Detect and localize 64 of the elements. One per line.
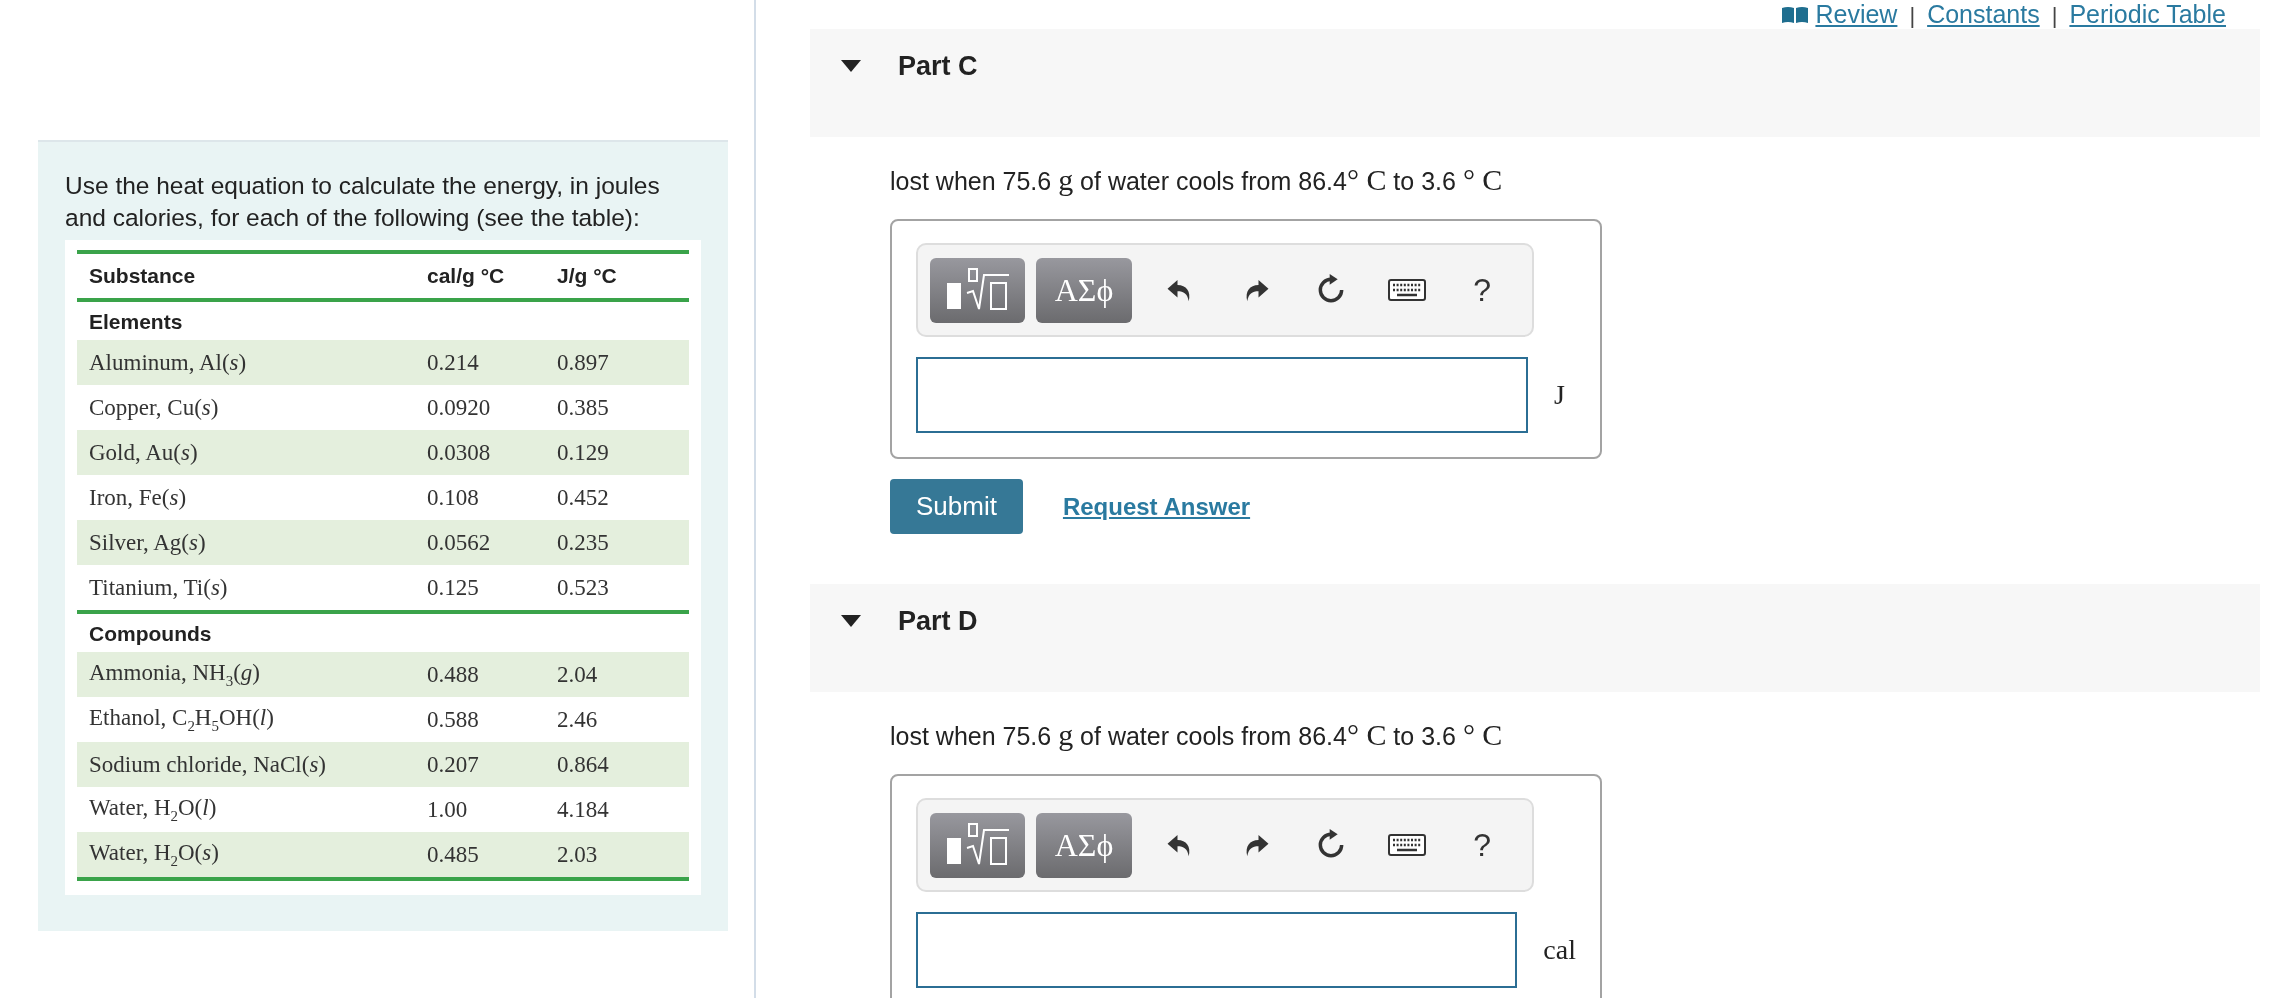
table-cell: 0.452 (545, 475, 689, 520)
unit-label: cal (1543, 934, 1576, 966)
table-cell: Water, H$_{2}$O(l) (77, 787, 415, 832)
problem-text: lost when 75.6 g of water cools from 86.4° C to 3.6 ° C (890, 718, 1504, 752)
table-cell: 0.485 (415, 832, 545, 879)
unit-label: J (1554, 379, 1565, 411)
table-cell: 0.235 (545, 520, 689, 565)
table-cell: Water, H$_{2}$O(s) (77, 832, 415, 879)
table-cell: 0.125 (415, 565, 545, 612)
request-answer-link[interactable]: Request Answer (1062, 492, 1251, 521)
table-cell: Silver, Ag(s) (77, 520, 415, 565)
table-cell: 1.00 (415, 787, 545, 832)
table-cell: 2.04 (545, 652, 689, 697)
template-button[interactable] (930, 257, 1026, 323)
table-cell: Ammonia, NH$_{3}$(g) (77, 652, 415, 697)
part-title: Part C (898, 51, 978, 82)
part-title: Part D (898, 606, 978, 637)
link-separator: | (1909, 3, 1916, 29)
table-cell: 2.03 (545, 832, 689, 879)
table-cell: 0.864 (545, 742, 689, 787)
table-cell: 0.488 (415, 652, 545, 697)
table-cell: Ethanol, C$_{2}$H$_{5}$OH(l) (77, 697, 415, 742)
header-link[interactable]: Constants (1927, 0, 2040, 29)
table-cell: 0.0562 (415, 520, 545, 565)
table-cell: 0.588 (415, 697, 545, 742)
table-cell: 0.385 (545, 385, 689, 430)
link-separator: | (2051, 3, 2058, 29)
instructions-text: Use the heat equation to calculate the energy, in joules and calories, for each of the following (see the table): (65, 171, 661, 233)
table-cell: 0.129 (545, 430, 689, 475)
symbols-button[interactable]: ΑΣϕ (1036, 812, 1132, 878)
column-header: Substance (77, 252, 415, 300)
table-cell: 0.0308 (415, 430, 545, 475)
table-cell: Gold, Au(s) (77, 430, 415, 475)
table-cell: 0.897 (545, 340, 689, 385)
section-heading: Elements (77, 300, 689, 340)
table-cell: Sodium chloride, NaCl(s) (77, 742, 415, 787)
table-cell: 0.214 (415, 340, 545, 385)
header-link[interactable]: Review (1781, 0, 1898, 29)
table-cell: Aluminum, Al(s) (77, 340, 415, 385)
table-cell: Iron, Fe(s) (77, 475, 415, 520)
answer-field[interactable] (916, 357, 1528, 433)
collapse-toggle[interactable] (840, 59, 862, 73)
answer-field[interactable] (916, 912, 1518, 988)
column-header: J/g °C (545, 252, 689, 300)
submit-button[interactable]: Submit (890, 479, 1023, 534)
problem-text: lost when 75.6 g of water cools from 86.4° C to 3.6 ° C (890, 163, 1504, 197)
help-button[interactable]: ? (1444, 257, 1520, 323)
table-cell: Copper, Cu(s) (77, 385, 415, 430)
symbols-button[interactable]: ΑΣϕ (1036, 257, 1132, 323)
column-header: cal/g °C (415, 252, 545, 300)
table-cell: 0.523 (545, 565, 689, 612)
help-button[interactable]: ? (1444, 812, 1520, 878)
table-cell: 2.46 (545, 697, 689, 742)
table-cell: 0.108 (415, 475, 545, 520)
table-cell: 4.184 (545, 787, 689, 832)
book-icon (1781, 5, 1810, 24)
header-link[interactable]: Periodic Table (2069, 0, 2226, 29)
template-button[interactable] (930, 812, 1026, 878)
keyboard-icon (1387, 834, 1426, 856)
table-cell: Titanium, Ti(s) (77, 565, 415, 612)
table-cell: 0.207 (415, 742, 545, 787)
table-cell: 0.0920 (415, 385, 545, 430)
collapse-toggle[interactable] (840, 614, 862, 628)
keyboard-icon (1387, 279, 1426, 301)
